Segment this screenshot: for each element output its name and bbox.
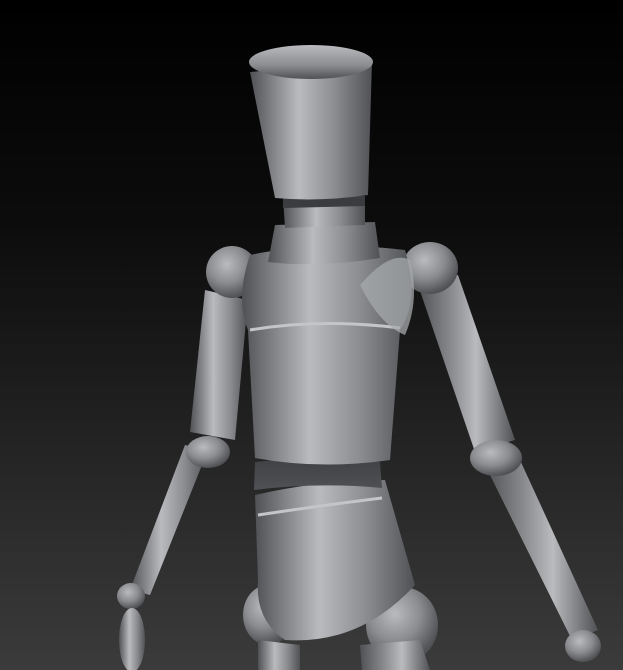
neck (268, 196, 380, 265)
right-wrist-joint (565, 630, 601, 662)
3d-viewport[interactable] (0, 0, 623, 670)
left-hand (119, 608, 145, 670)
mannequin-render (0, 0, 623, 670)
leg-top-left (258, 640, 300, 670)
torso (241, 246, 414, 465)
head-top (249, 45, 373, 79)
left-wrist-joint (117, 583, 145, 609)
right-elbow-joint (470, 440, 522, 476)
neck-collar (268, 222, 380, 265)
leg-top-right (360, 640, 430, 670)
left-elbow-joint (186, 436, 230, 468)
